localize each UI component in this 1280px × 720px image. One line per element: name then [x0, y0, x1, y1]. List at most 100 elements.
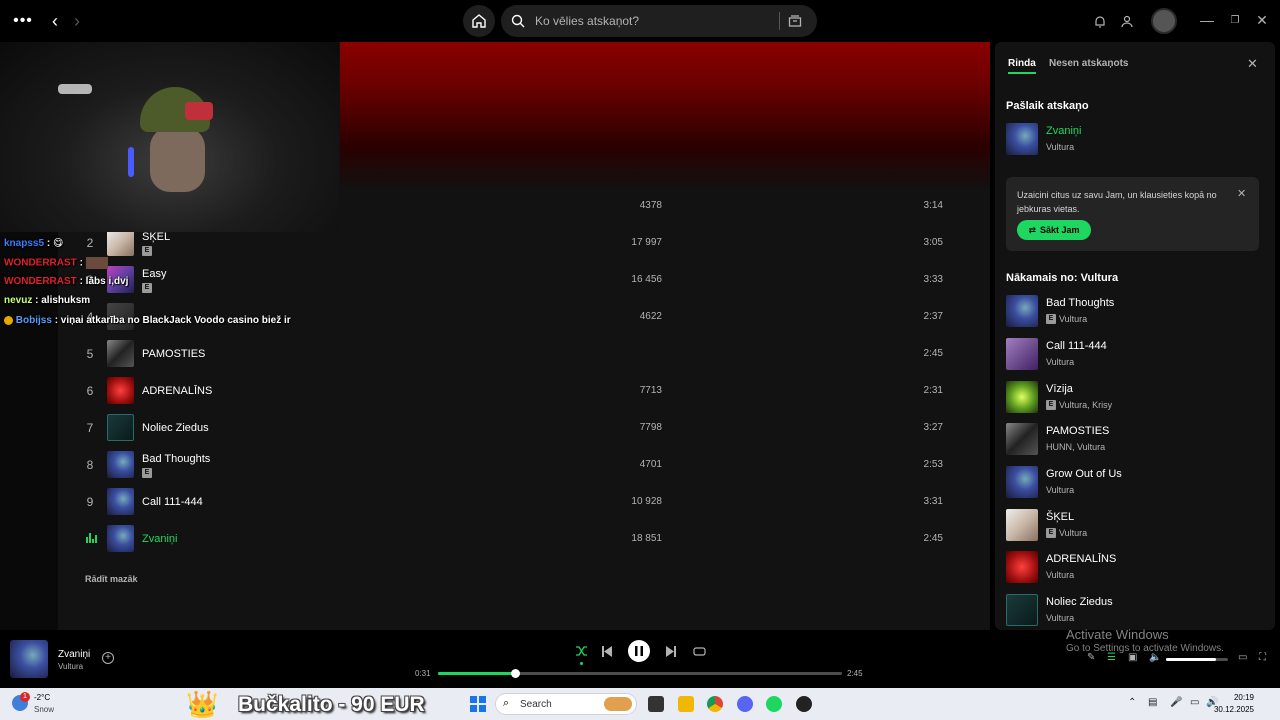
- track-artwork: [107, 488, 134, 515]
- connect-device-icon[interactable]: ▣: [1128, 652, 1137, 663]
- track-row[interactable]: 5 PAMOSTIES 2:45: [58, 336, 990, 373]
- queue-track-artist[interactable]: Vultura: [1046, 485, 1074, 495]
- explicit-badge: E: [1046, 314, 1056, 324]
- queue-track-artist[interactable]: Vultura: [1059, 314, 1087, 324]
- progress-handle[interactable]: [510, 669, 520, 678]
- next-track-icon[interactable]: [665, 644, 677, 658]
- clock-time[interactable]: 20:19: [1220, 693, 1254, 702]
- file-explorer-icon[interactable]: [678, 696, 694, 712]
- forward-arrow-icon[interactable]: ›: [68, 11, 86, 31]
- discord-icon[interactable]: [737, 696, 753, 712]
- jam-icon: ⇄: [1028, 224, 1036, 235]
- show-hidden-icons[interactable]: ⌃: [1128, 697, 1136, 708]
- queue-item[interactable]: Call 111-444 Vultura: [1006, 338, 1266, 372]
- restore-window-icon[interactable]: ❐: [1227, 11, 1243, 29]
- queue-track-artist[interactable]: Vultura: [1059, 528, 1087, 538]
- queue-track-title: PAMOSTIES: [1046, 425, 1110, 437]
- queue-item[interactable]: Grow Out of Us Vultura: [1006, 466, 1266, 500]
- weather-temperature[interactable]: -2°C: [34, 693, 50, 702]
- main-panel: 4378 3:14 2 ŠĶEL E 17 997 3:05 3 Easy E …: [0, 42, 990, 630]
- now-playing-title[interactable]: Zvaniņi: [58, 649, 90, 660]
- network-icon[interactable]: ▭: [1190, 697, 1199, 708]
- fullscreen-icon[interactable]: ⛶: [1259, 652, 1266, 663]
- track-row[interactable]: 6 ADRENALĪNS 7713 2:31: [58, 373, 990, 410]
- volume-icon[interactable]: 🔈: [1149, 652, 1161, 663]
- now-playing-artist[interactable]: Vultura: [58, 662, 83, 671]
- track-title[interactable]: ŠĶEL: [142, 231, 170, 243]
- now-playing-artwork[interactable]: [10, 640, 48, 678]
- queue-track-artist[interactable]: HUNN, Vultura: [1046, 442, 1105, 452]
- queue-track-artist[interactable]: Vultura: [1046, 357, 1074, 367]
- add-to-library-icon[interactable]: +: [102, 652, 114, 664]
- track-plays: 18 851: [631, 533, 662, 544]
- minimize-window-icon[interactable]: —: [1199, 11, 1215, 29]
- queue-track-artist[interactable]: Vultura: [1046, 142, 1074, 152]
- track-row[interactable]: 3 Easy E 16 456 3:33: [58, 262, 990, 299]
- friend-activity-icon[interactable]: [1117, 11, 1137, 31]
- tab-recently-played[interactable]: Nesen atskaņots: [1049, 58, 1128, 69]
- dismiss-jam-icon[interactable]: ✕: [1237, 187, 1246, 200]
- windows-start-icon[interactable]: [470, 696, 486, 712]
- queue-artwork: [1006, 123, 1038, 155]
- start-jam-button[interactable]: ⇄ Sākt Jam: [1017, 220, 1091, 240]
- track-title[interactable]: Easy: [142, 268, 166, 280]
- back-arrow-icon[interactable]: ‹: [46, 11, 64, 31]
- spotify-icon[interactable]: [766, 696, 782, 712]
- track-row[interactable]: 8 Bad Thoughts E 4701 2:53: [58, 447, 990, 484]
- more-options-icon[interactable]: •••: [12, 11, 34, 31]
- browse-icon[interactable]: [780, 14, 810, 28]
- miniplayer-icon[interactable]: ▭: [1238, 652, 1247, 663]
- shuffle-active-dot: [580, 662, 583, 665]
- volume-slider[interactable]: [1166, 658, 1228, 661]
- queue-item[interactable]: ADRENALĪNS Vultura: [1006, 551, 1266, 585]
- track-row-playing[interactable]: Zvaniņi 18 851 2:45: [58, 521, 990, 558]
- task-view-icon[interactable]: [648, 696, 664, 712]
- track-title[interactable]: Noliec Ziedus: [142, 422, 209, 434]
- track-title[interactable]: Bad Thoughts: [142, 453, 210, 465]
- track-title[interactable]: Call 111-444: [142, 496, 203, 508]
- user-avatar[interactable]: [1151, 8, 1177, 34]
- track-title[interactable]: ADRENALĪNS: [142, 385, 212, 397]
- tab-queue[interactable]: Rinda: [1008, 58, 1036, 74]
- home-button[interactable]: [463, 5, 495, 37]
- show-less-button[interactable]: Rādīt mazāk: [85, 574, 138, 584]
- queue-artwork: [1006, 295, 1038, 327]
- chrome-icon[interactable]: [707, 696, 723, 712]
- queue-icon[interactable]: ☰: [1107, 652, 1116, 663]
- pause-button[interactable]: [628, 640, 650, 662]
- queue-item[interactable]: Bad Thoughts E Vultura: [1006, 295, 1266, 329]
- queue-track-artist[interactable]: Vultura: [1046, 570, 1074, 580]
- previous-track-icon[interactable]: [601, 644, 613, 658]
- tray-app-icon[interactable]: ▤: [1148, 697, 1157, 708]
- volume-fill: [1166, 658, 1216, 661]
- track-row[interactable]: 9 Call 111-444 10 928 3:31: [58, 484, 990, 521]
- lyrics-icon[interactable]: ✎: [1087, 652, 1095, 663]
- microphone-icon[interactable]: 🎤: [1170, 697, 1182, 708]
- playback-progress-bar[interactable]: [438, 669, 842, 678]
- track-title[interactable]: Zvaniņi: [142, 533, 177, 545]
- queue-track-artist[interactable]: Vultura, Krisy: [1059, 400, 1112, 410]
- weather-description[interactable]: Snow: [34, 705, 54, 714]
- track-row[interactable]: 7 Noliec Ziedus 7798 3:27: [58, 410, 990, 447]
- queue-track-artist[interactable]: Vultura: [1046, 613, 1074, 623]
- queue-item[interactable]: Vīzija E Vultura, Krisy: [1006, 381, 1266, 415]
- close-queue-icon[interactable]: ✕: [1247, 56, 1258, 72]
- search-input[interactable]: [535, 14, 775, 28]
- explicit-badge: E: [142, 246, 152, 256]
- track-title[interactable]: PAMOSTIES: [142, 348, 205, 360]
- chat-text: : alishuksm: [35, 295, 91, 306]
- emote-icon: [85, 257, 108, 269]
- queue-now-playing-item[interactable]: Zvaniņi Vultura: [1006, 123, 1266, 157]
- shuffle-icon[interactable]: [574, 644, 588, 658]
- queue-item[interactable]: Noliec Ziedus Vultura: [1006, 594, 1266, 628]
- chat-message: WONDERRAST : lābs i,dvj: [4, 276, 128, 287]
- taskbar-search[interactable]: ⌕ Search: [495, 693, 637, 715]
- clock-date[interactable]: 30.12.2025: [1200, 705, 1254, 714]
- queue-track-title: Call 111-444: [1046, 340, 1107, 352]
- close-window-icon[interactable]: ✕: [1254, 11, 1270, 29]
- queue-item[interactable]: ŠĶEL E Vultura: [1006, 509, 1266, 543]
- queue-item[interactable]: PAMOSTIES HUNN, Vultura: [1006, 423, 1266, 457]
- obs-icon[interactable]: [796, 696, 812, 712]
- repeat-icon[interactable]: [692, 644, 706, 658]
- notifications-bell-icon[interactable]: [1090, 11, 1110, 31]
